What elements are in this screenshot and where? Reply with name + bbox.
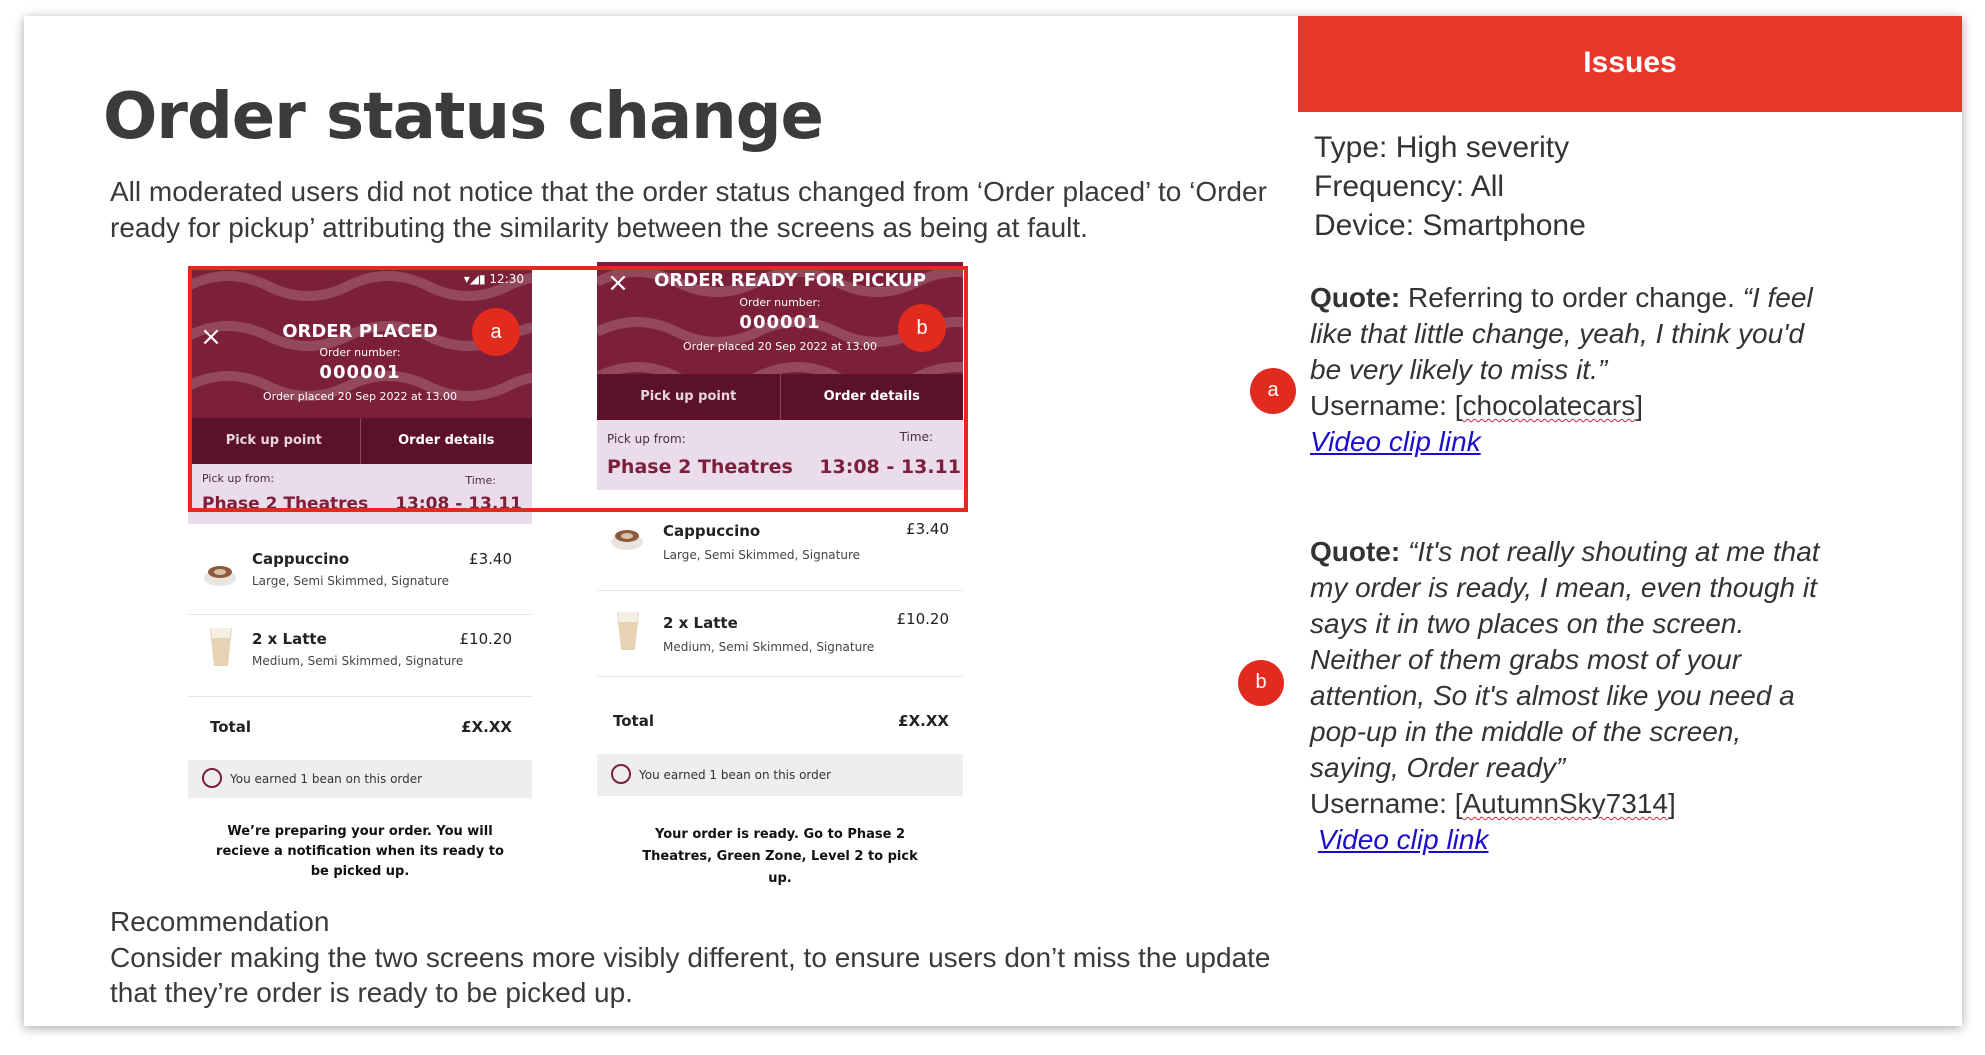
cappuccino-cup-icon [611, 530, 643, 550]
issues-header-label: Issues [1583, 46, 1677, 79]
item-description: Large, Semi Skimmed, Signature [663, 548, 861, 562]
page-title: Order status change [103, 80, 824, 154]
issue-device: Device: Smartphone [1314, 209, 1586, 242]
item-price: £10.20 [459, 630, 513, 648]
order-status-message: Your order is ready. Go to Phase 2 Theat… [642, 827, 918, 886]
bean-reward-banner: You earned 1 bean on this order [188, 760, 532, 798]
item-name: Cappuccino [252, 550, 350, 568]
recommendation-heading: Recommendation [110, 906, 330, 937]
quote-label: Quote: [1310, 536, 1401, 567]
recommendation-text: Consider making the two screens more vis… [110, 942, 1271, 1008]
quote-lead: Referring to order change. [1400, 282, 1743, 313]
item-name: Cappuccino [663, 522, 761, 540]
item-name: 2 x Latte [663, 614, 738, 632]
total-label: Total [210, 718, 251, 736]
item-description: Large, Semi Skimmed, Signature [252, 574, 450, 588]
list-item[interactable]: 2 x Latte Medium, Semi Skimmed, Signatur… [188, 614, 532, 697]
video-clip-link[interactable]: Video clip link [1310, 426, 1481, 457]
issue-type: Type: High severity [1314, 131, 1570, 164]
username: chocolatecars [1462, 390, 1636, 421]
annotation-badge-b: b [898, 304, 946, 352]
bean-icon [611, 764, 631, 784]
list-item[interactable]: Cappuccino Large, Semi Skimmed, Signatur… [597, 520, 963, 591]
total-value: £X.XX [898, 712, 949, 730]
cappuccino-cup-icon [204, 566, 236, 586]
username: AutumnSky7314 [1462, 788, 1668, 819]
order-total: Total £X.XX [188, 712, 532, 742]
quote-a: Quote: Referring to order change. “I fee… [1310, 280, 1830, 460]
annotation-badge-a: a [472, 308, 520, 356]
total-label: Total [613, 712, 654, 730]
list-item[interactable]: 2 x Latte Medium, Semi Skimmed, Signatur… [597, 590, 963, 677]
quote-lead [1400, 536, 1408, 567]
highlight-frame [188, 266, 968, 512]
issues-header: Issues [1298, 16, 1962, 112]
issue-frequency: Frequency: All [1314, 170, 1505, 203]
bean-reward-banner: You earned 1 bean on this order [597, 754, 963, 796]
issue-meta: Type: High severity Frequency: All Devic… [1314, 128, 1586, 245]
latte-glass-icon [617, 612, 639, 650]
item-name: 2 x Latte [252, 630, 327, 648]
bean-text: You earned 1 bean on this order [639, 768, 832, 782]
order-status-message: We’re preparing your order. You will rec… [216, 824, 504, 879]
username-prefix: Username: [ [1310, 390, 1463, 421]
item-price: £3.40 [469, 550, 512, 568]
bean-icon [202, 768, 222, 788]
username-suffix: ] [1635, 390, 1644, 421]
username-prefix: Username: [ [1310, 788, 1463, 819]
quote-label: Quote: [1310, 282, 1401, 313]
video-clip-link[interactable]: Video clip link [1318, 824, 1489, 855]
total-value: £X.XX [461, 718, 512, 736]
quote-b: Quote: “It's not really shouting at me t… [1310, 534, 1830, 858]
order-total: Total £X.XX [597, 706, 963, 736]
bean-text: You earned 1 bean on this order [230, 772, 423, 786]
item-price: £10.20 [896, 610, 950, 628]
intro-text: All moderated users did not notice that … [110, 176, 1267, 243]
quote-badge-a: a [1250, 368, 1296, 414]
slide: Order status change All moderated users … [24, 16, 1962, 1026]
item-description: Medium, Semi Skimmed, Signature [663, 640, 875, 654]
latte-glass-icon [210, 628, 232, 666]
item-price: £3.40 [906, 520, 949, 538]
list-item[interactable]: Cappuccino Large, Semi Skimmed, Signatur… [188, 540, 532, 615]
username-suffix: ] [1667, 788, 1676, 819]
item-description: Medium, Semi Skimmed, Signature [252, 654, 464, 668]
quote-text: “It's not really shouting at me that my … [1310, 536, 1820, 783]
quote-badge-b: b [1238, 660, 1284, 706]
